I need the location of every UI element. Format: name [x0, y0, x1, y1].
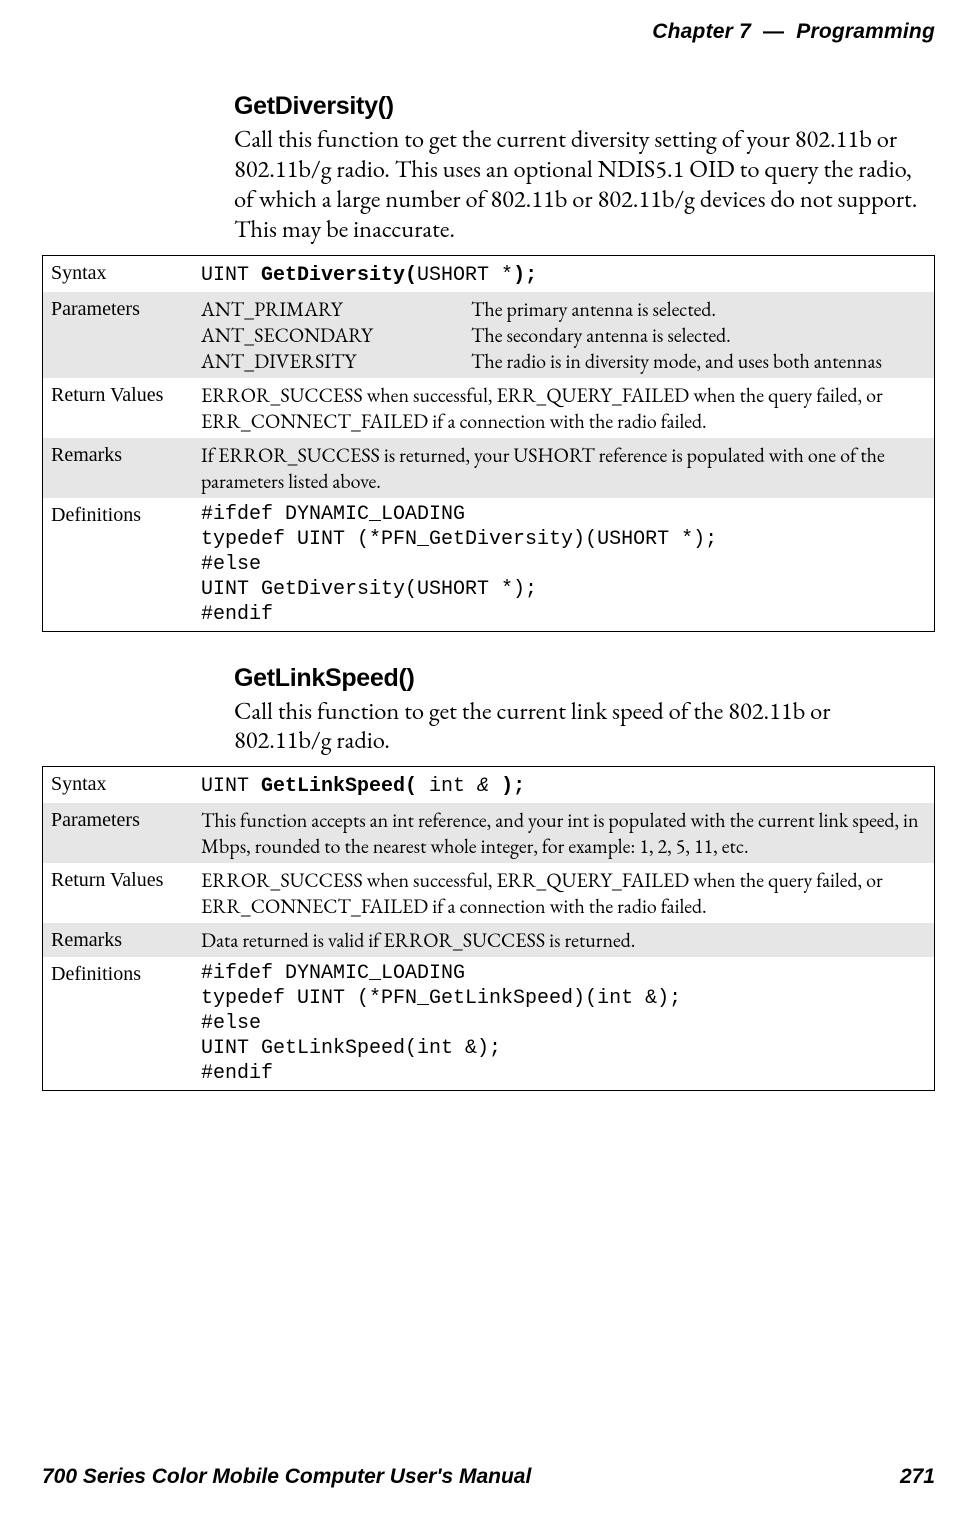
- page: Chapter 7 — Programming GetDiversity() C…: [0, 0, 977, 1519]
- param-name: ANT_PRIMARY: [201, 296, 471, 322]
- table-row: Definitions #ifdef DYNAMIC_LOADING typed…: [43, 498, 935, 632]
- table-row: Syntax UINT GetLinkSpeed( int & );: [43, 767, 935, 804]
- table-row: Parameters ANT_PRIMARY The primary anten…: [43, 292, 935, 378]
- param-desc: The secondary antenna is selected.: [471, 322, 926, 348]
- row-label-definitions: Definitions: [43, 957, 194, 1091]
- running-header: Chapter 7 — Programming: [42, 20, 935, 44]
- table-row: Definitions #ifdef DYNAMIC_LOADING typed…: [43, 957, 935, 1091]
- row-value-syntax: UINT GetDiversity(USHORT *);: [193, 255, 935, 292]
- syntax-code: UINT GetDiversity(USHORT *);: [201, 264, 537, 287]
- row-value-return: ERROR_SUCCESS when successful, ERR_QUERY…: [193, 378, 935, 438]
- row-label-parameters: Parameters: [43, 292, 194, 378]
- content-area: GetDiversity() Call this function to get…: [42, 92, 935, 1091]
- table-row: Remarks Data returned is valid if ERROR_…: [43, 923, 935, 957]
- row-label-parameters: Parameters: [43, 803, 194, 863]
- row-value-parameters: This function accepts an int reference, …: [193, 803, 935, 863]
- row-value-syntax: UINT GetLinkSpeed( int & );: [193, 767, 935, 804]
- table-row: Return Values ERROR_SUCCESS when success…: [43, 863, 935, 923]
- chapter-label: Chapter: [652, 20, 733, 43]
- table-row: Syntax UINT GetDiversity(USHORT *);: [43, 255, 935, 292]
- chapter-number: 7: [739, 20, 751, 43]
- row-label-return: Return Values: [43, 863, 194, 923]
- row-label-syntax: Syntax: [43, 255, 194, 292]
- function-title: GetLinkSpeed(): [234, 664, 935, 693]
- api-table-getlinkspeed: Syntax UINT GetLinkSpeed( int & ); Param…: [42, 766, 935, 1091]
- function-title: GetDiversity(): [234, 92, 935, 121]
- row-label-definitions: Definitions: [43, 498, 194, 632]
- row-value-parameters: ANT_PRIMARY The primary antenna is selec…: [193, 292, 935, 378]
- definitions-code: #ifdef DYNAMIC_LOADING typedef UINT (*PF…: [201, 502, 926, 627]
- manual-title: 700 Series Color Mobile Computer User's …: [42, 1465, 531, 1489]
- row-label-return: Return Values: [43, 378, 194, 438]
- row-value-remarks: Data returned is valid if ERROR_SUCCESS …: [193, 923, 935, 957]
- param-row: ANT_SECONDARY The secondary antenna is s…: [201, 322, 926, 348]
- function-getlinkspeed: GetLinkSpeed() Call this function to get…: [42, 664, 935, 1092]
- param-row: ANT_DIVERSITY The radio is in diversity …: [201, 348, 926, 374]
- function-getdiversity: GetDiversity() Call this function to get…: [42, 92, 935, 632]
- param-name: ANT_DIVERSITY: [201, 348, 471, 374]
- function-description: Call this function to get the current li…: [234, 697, 929, 757]
- header-dash: —: [757, 20, 790, 43]
- row-value-definitions: #ifdef DYNAMIC_LOADING typedef UINT (*PF…: [193, 957, 935, 1091]
- row-label-remarks: Remarks: [43, 923, 194, 957]
- param-desc: The primary antenna is selected.: [471, 296, 926, 322]
- table-row: Return Values ERROR_SUCCESS when success…: [43, 378, 935, 438]
- table-row: Parameters This function accepts an int …: [43, 803, 935, 863]
- row-label-remarks: Remarks: [43, 438, 194, 498]
- section-title: Programming: [796, 20, 935, 43]
- table-row: Remarks If ERROR_SUCCESS is returned, yo…: [43, 438, 935, 498]
- row-value-definitions: #ifdef DYNAMIC_LOADING typedef UINT (*PF…: [193, 498, 935, 632]
- function-description: Call this function to get the current di…: [234, 125, 929, 245]
- row-label-syntax: Syntax: [43, 767, 194, 804]
- param-name: ANT_SECONDARY: [201, 322, 471, 348]
- param-row: ANT_PRIMARY The primary antenna is selec…: [201, 296, 926, 322]
- param-desc: The radio is in diversity mode, and uses…: [471, 348, 926, 374]
- page-number: 271: [900, 1465, 935, 1489]
- row-value-return: ERROR_SUCCESS when successful, ERR_QUERY…: [193, 863, 935, 923]
- row-value-remarks: If ERROR_SUCCESS is returned, your USHOR…: [193, 438, 935, 498]
- running-footer: 700 Series Color Mobile Computer User's …: [42, 1465, 935, 1489]
- api-table-getdiversity: Syntax UINT GetDiversity(USHORT *); Para…: [42, 255, 935, 632]
- definitions-code: #ifdef DYNAMIC_LOADING typedef UINT (*PF…: [201, 961, 926, 1086]
- syntax-code: UINT GetLinkSpeed( int & );: [201, 775, 525, 798]
